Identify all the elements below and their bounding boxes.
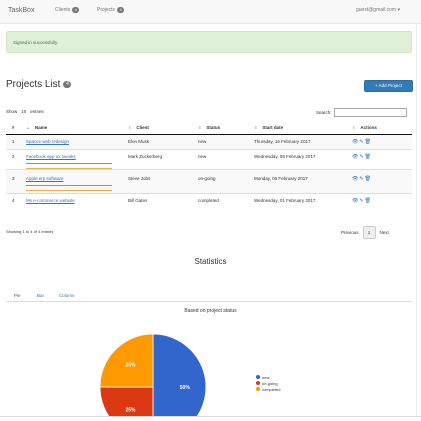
legend-label: on-going [262,380,278,386]
panel-border-bottom [0,416,421,417]
pie-data-label: 50% [180,385,191,391]
legend-dot [256,375,260,379]
pie-slice-completed[interactable] [99,333,154,388]
legend-dot [256,387,260,391]
pie-chart: 50% 25% 25% [99,333,207,421]
legend-item[interactable]: completed [256,386,280,392]
legend-label: new [262,374,270,380]
pie-data-label: 25% [126,407,137,413]
legend-dot [256,381,260,385]
panel-border [416,24,417,416]
pie-slice-new[interactable] [152,333,207,421]
chart-legend: new on-going completed [256,374,280,392]
legend-label: completed [262,386,281,392]
pie-data-label: 25% [126,363,137,369]
